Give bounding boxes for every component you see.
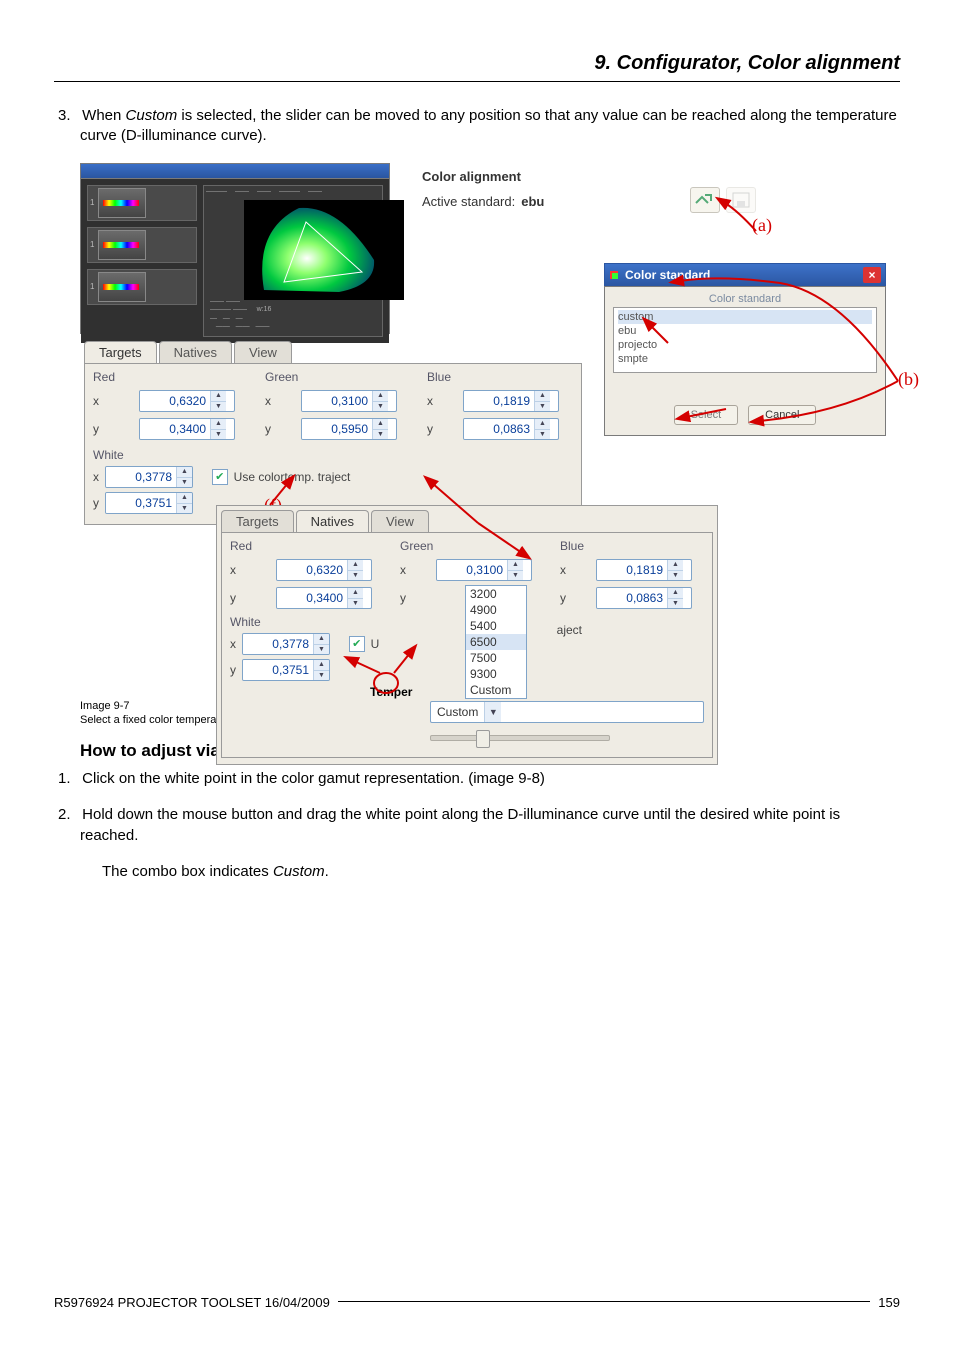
color-standard-title: Color standard (625, 268, 710, 282)
n-blue-x-input[interactable]: ▲▼ (596, 559, 692, 581)
footer-left: R5976924 PROJECTOR TOOLSET 16/04/2009 (54, 1295, 330, 1310)
ct-9300[interactable]: 9300 (466, 666, 526, 682)
blue-x-input[interactable]: ▲▼ (463, 390, 559, 412)
n-white-y-input[interactable]: ▲▼ (242, 659, 330, 681)
color-gamut-chart[interactable]: ———————————— (203, 185, 383, 337)
color-standard-dialog: Color standard × Color standard custom e… (604, 263, 886, 436)
figure-9-7: 1 1 1 ———————————— (80, 163, 840, 693)
select-button[interactable]: Select (674, 405, 739, 425)
temperature-label: Temper (370, 685, 412, 699)
close-icon[interactable]: × (863, 267, 881, 283)
temperature-combo-value: Custom (431, 705, 484, 719)
inner-tab-natives[interactable]: Natives (296, 510, 369, 532)
step-3-number: 3. (58, 106, 78, 126)
aject-label: aject (557, 623, 582, 637)
use-colortemp-label: Use colortemp. traject (234, 470, 351, 484)
inner-tab-targets[interactable]: Targets (221, 510, 294, 532)
projector-thumb-3[interactable]: 1 (87, 269, 197, 305)
white-header: White (93, 448, 573, 462)
callout-a: (a) (752, 215, 772, 236)
white-y-input[interactable]: ▲▼ (105, 492, 193, 514)
chevron-down-icon[interactable]: ▼ (484, 702, 501, 722)
targets-panel: Red Green Blue x ▲▼ x ▲▼ x ▲▼ y ▲▼ y ▲▼ (84, 363, 582, 525)
green-x-input[interactable]: ▲▼ (301, 390, 397, 412)
color-alignment-title: Color alignment (422, 169, 544, 184)
n-red-y-input[interactable]: ▲▼ (276, 587, 372, 609)
window-titlebar[interactable] (80, 163, 390, 178)
red-x-input[interactable]: ▲▼ (139, 390, 235, 412)
ct-4900[interactable]: 4900 (466, 602, 526, 618)
projector-thumb-2[interactable]: 1 (87, 227, 197, 263)
cs-option-projecto[interactable]: projecto (618, 338, 872, 352)
cs-option-smpte[interactable]: smpte (618, 352, 872, 366)
ct-7500[interactable]: 7500 (466, 650, 526, 666)
blue-header: Blue (427, 370, 461, 384)
open-icon[interactable] (690, 187, 720, 213)
red-header: Red (93, 370, 137, 384)
cs-option-custom[interactable]: custom (618, 310, 872, 324)
use-colortemp-checkbox[interactable]: ✔ (212, 469, 228, 485)
color-standard-label: Color standard (613, 293, 877, 305)
page-footer: R5976924 PROJECTOR TOOLSET 16/04/2009 15… (54, 1295, 900, 1310)
n-white-x-input[interactable]: ▲▼ (242, 633, 330, 655)
red-y-input[interactable]: ▲▼ (139, 418, 235, 440)
green-y-input[interactable]: ▲▼ (301, 418, 397, 440)
n-use-colortemp-checkbox[interactable]: ✔ (349, 636, 365, 652)
callout-b: (b) (898, 369, 919, 390)
cancel-button[interactable]: Cancel (748, 405, 816, 425)
ct-5400[interactable]: 5400 (466, 618, 526, 634)
green-header: Green (265, 370, 299, 384)
gamut-step-2-follow: The combo box indicates Custom. (102, 862, 900, 882)
active-standard-value: ebu (521, 194, 544, 209)
temperature-slider[interactable] (430, 729, 610, 747)
n-green-x-input[interactable]: ▲▼ (436, 559, 532, 581)
n-blue-y-input[interactable]: ▲▼ (596, 587, 692, 609)
save-icon[interactable] (726, 187, 756, 213)
divider (54, 81, 900, 82)
white-x-input[interactable]: ▲▼ (105, 466, 193, 488)
slider-thumb[interactable] (476, 730, 490, 748)
tab-targets[interactable]: Targets (84, 341, 157, 363)
ct-3200[interactable]: 3200 (466, 586, 526, 602)
ct-6500[interactable]: 6500 (466, 634, 526, 650)
gamut-step-2: 2. Hold down the mouse button and drag t… (80, 805, 900, 846)
tab-natives[interactable]: Natives (159, 341, 232, 363)
color-standard-titlebar[interactable]: Color standard × (604, 263, 886, 286)
projector-thumb-1[interactable]: 1 (87, 185, 197, 221)
temperature-combo[interactable]: Custom ▼ (430, 701, 704, 723)
footer-page-number: 159 (878, 1295, 900, 1310)
natives-panel-overlay: Targets Natives View Red Green Blue x ▲▼… (216, 505, 718, 765)
blue-y-input[interactable]: ▲▼ (463, 418, 559, 440)
label-x: x (93, 394, 137, 408)
ct-custom[interactable]: Custom (466, 682, 526, 698)
n-red-x-input[interactable]: ▲▼ (276, 559, 372, 581)
colortemp-dropdown-list[interactable]: 3200 4900 5400 6500 7500 9300 Custom (465, 585, 527, 699)
color-standard-list[interactable]: custom ebu projecto smpte (613, 307, 877, 373)
label-y: y (93, 422, 137, 436)
cs-option-ebu[interactable]: ebu (618, 324, 872, 338)
step-3: 3. When Custom is selected, the slider c… (80, 106, 900, 147)
inner-tab-view[interactable]: View (371, 510, 429, 532)
tab-view[interactable]: View (234, 341, 292, 363)
chapter-title: 9. Configurator, Color alignment (54, 52, 900, 75)
active-standard-label: Active standard: (422, 194, 515, 209)
gamut-step-1: 1. Click on the white point in the color… (80, 769, 900, 789)
